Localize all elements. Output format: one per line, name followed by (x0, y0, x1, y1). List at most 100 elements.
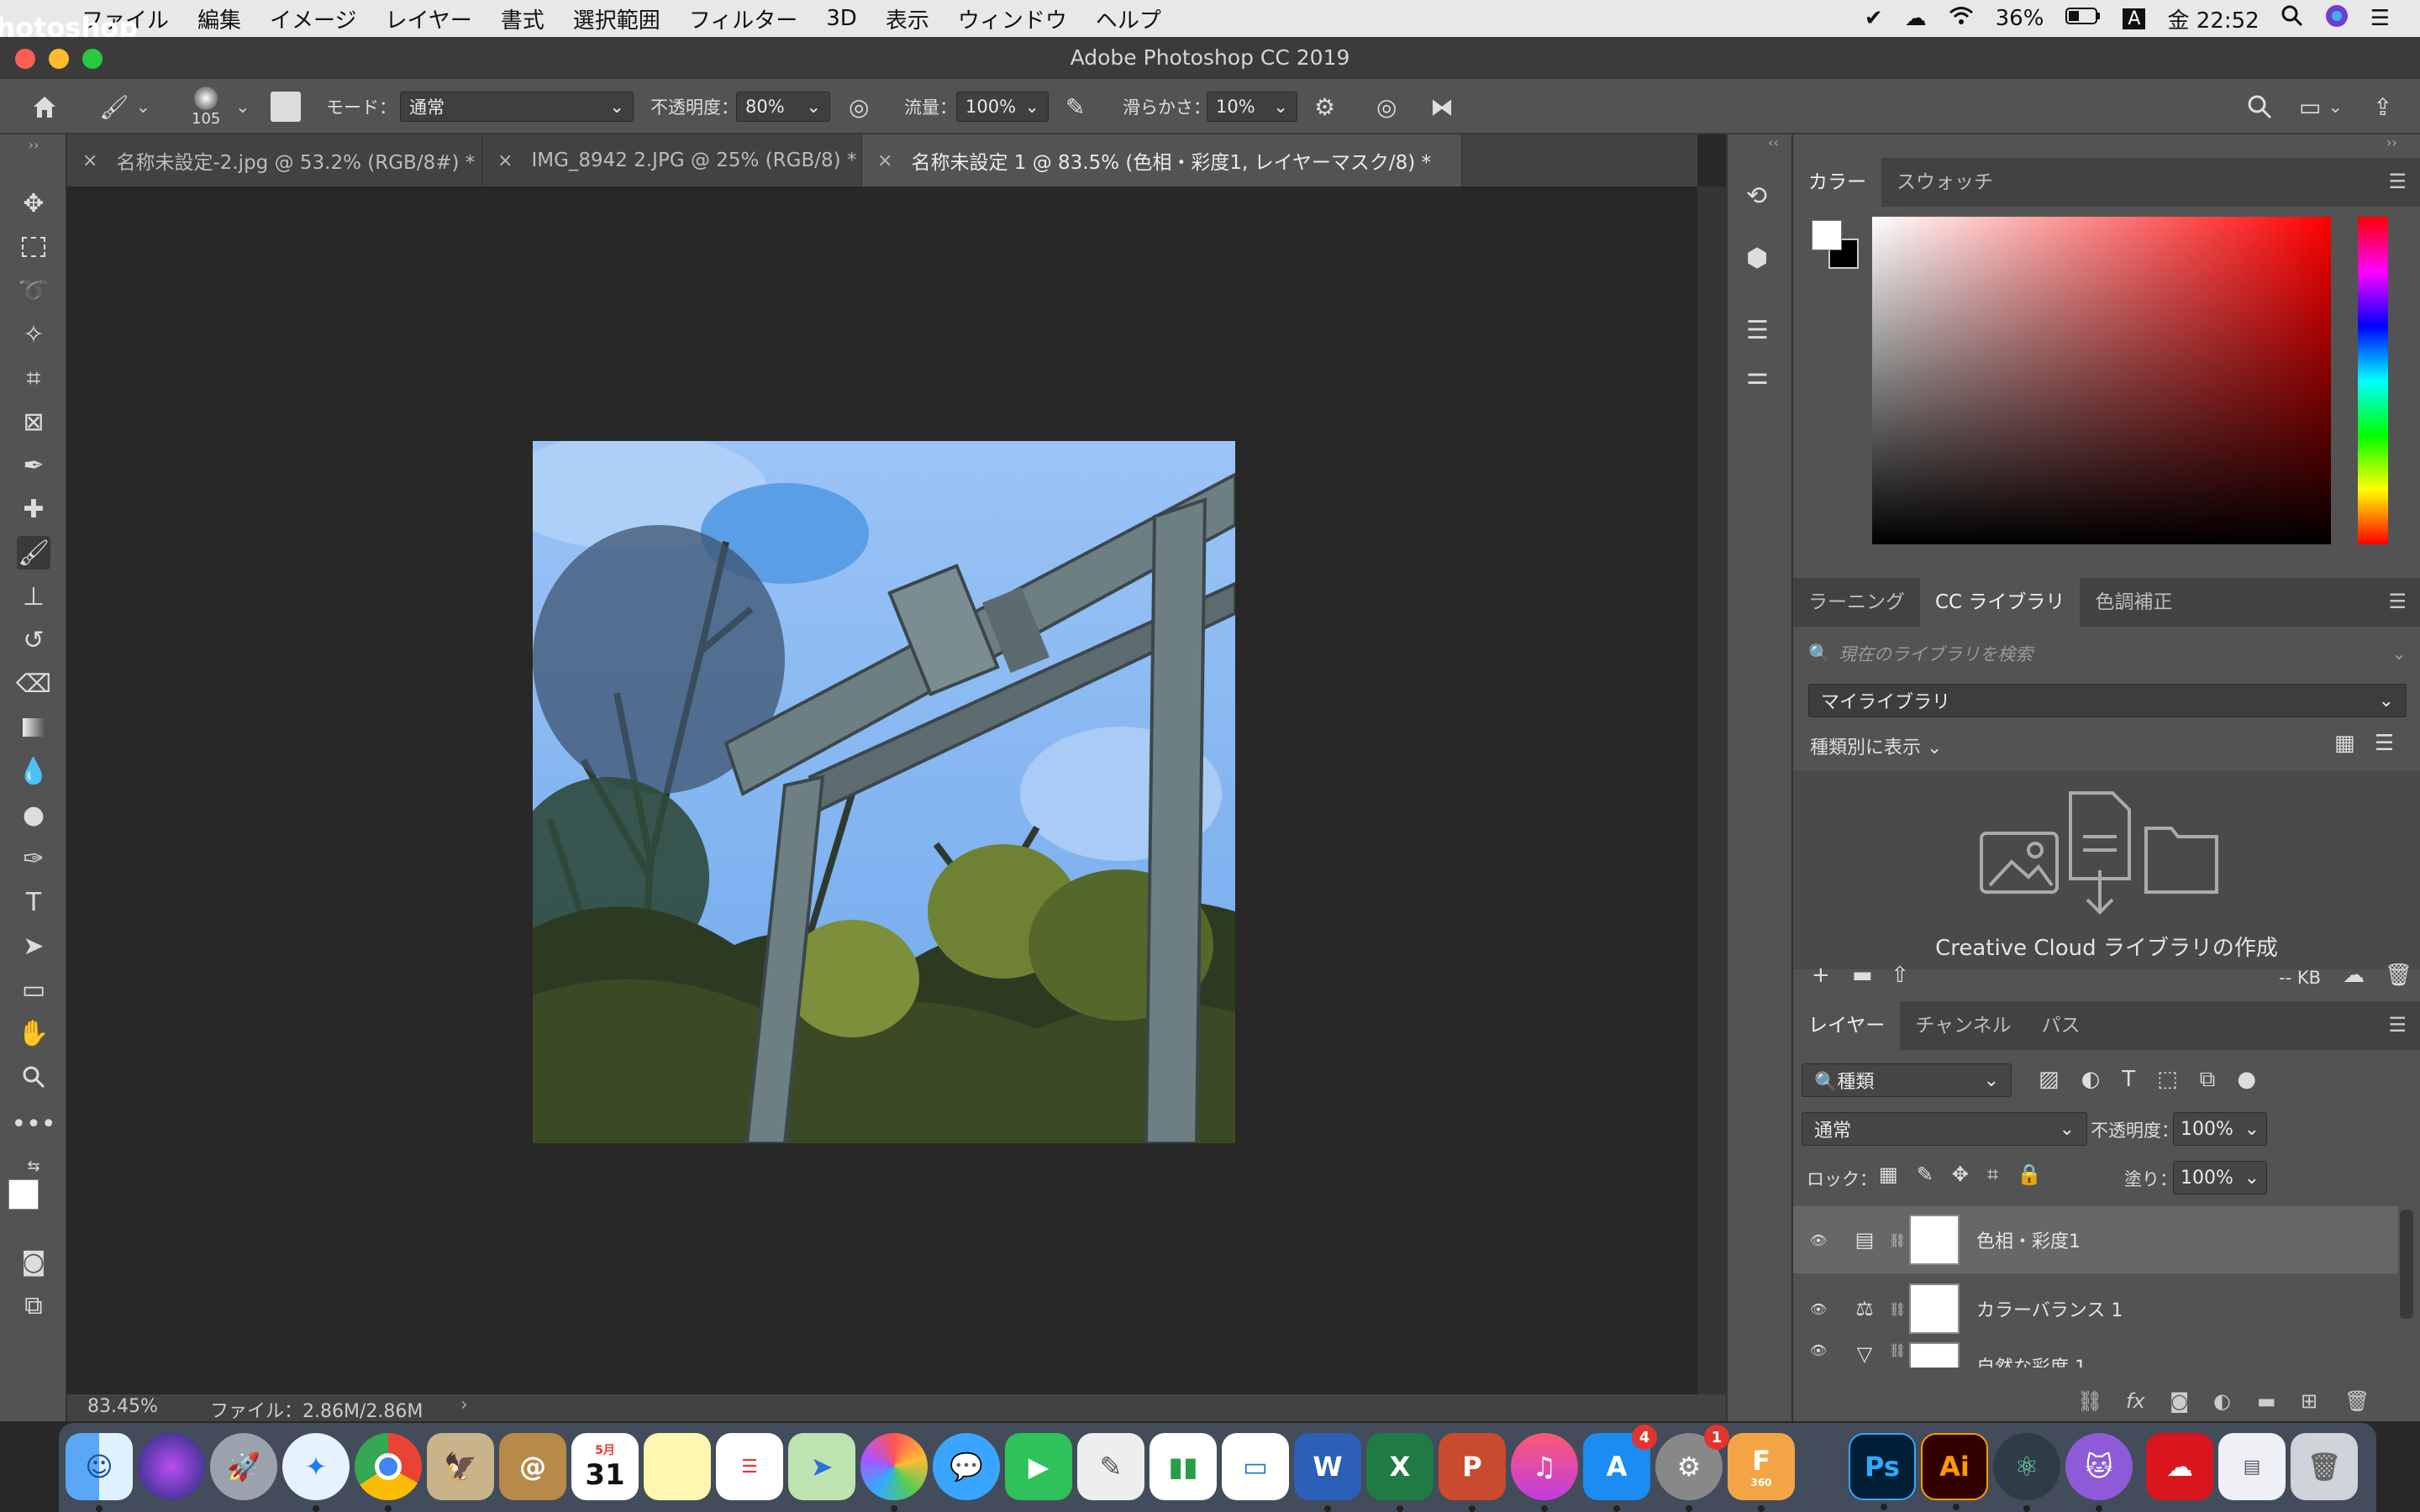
hue-slider[interactable] (2358, 217, 2388, 544)
new-group-folder-icon[interactable]: ▬ (1852, 963, 1873, 988)
maps-icon[interactable]: ➤ (788, 1433, 855, 1500)
opacity-input[interactable]: 80% ⌄ (736, 92, 830, 122)
mask-link-icon[interactable]: ⛓ (1886, 1301, 1909, 1317)
path-selection-tool-icon[interactable]: ➤ (17, 929, 50, 963)
word-icon[interactable]: W (1294, 1433, 1361, 1512)
history-brush-tool-icon[interactable]: ↺ (17, 623, 50, 657)
blend-mode-select[interactable]: 通常 ⌄ (1802, 1112, 2087, 1146)
layer-mask-thumbnail[interactable] (1909, 1215, 1960, 1265)
color-panel-menu-icon[interactable]: ☰ (2388, 170, 2407, 193)
sync-cloud-icon[interactable]: ☁ (2343, 963, 2365, 988)
visibility-eye-icon[interactable]: 👁 (1793, 1301, 1844, 1317)
brush-settings-icon[interactable] (271, 79, 301, 134)
tab-learn[interactable]: ラーニング (1793, 578, 1920, 627)
layer-row[interactable]: 👁 ⚖ ⛓ カラーバランス 1 (1793, 1275, 2398, 1342)
canvas-area[interactable] (67, 186, 1697, 1394)
menu-layer[interactable]: レイヤー (386, 3, 472, 34)
reminders-icon[interactable]: ☰ (716, 1433, 783, 1500)
tab-layers[interactable]: レイヤー (1793, 1001, 1901, 1050)
lock-all-icon[interactable]: 🔒 (2017, 1163, 2042, 1186)
library-select[interactable]: マイライブラリ ⌄ (1808, 684, 2407, 717)
history-panel-icon[interactable]: ⟲ (1746, 181, 1767, 211)
healing-brush-tool-icon[interactable]: ✚ (17, 492, 50, 526)
atom-icon[interactable]: ⚛ (1993, 1433, 2060, 1512)
toolbar-collapse-icon[interactable]: ›› (17, 134, 50, 155)
tab-adjustments[interactable]: 色調補正 (2080, 578, 2187, 627)
launchpad-icon[interactable]: 🚀 (210, 1433, 277, 1500)
safari-icon[interactable]: ✦ (282, 1433, 350, 1512)
tab-swatches[interactable]: スウォッチ (1881, 158, 2008, 207)
github-desktop-icon[interactable]: 🐱 (2065, 1433, 2133, 1512)
add-mask-icon[interactable]: ◙ (2170, 1389, 2189, 1413)
menu-edit[interactable]: 編集 (197, 3, 241, 34)
notification-center-icon[interactable]: ☰ (2370, 6, 2390, 31)
facetime-icon[interactable]: ▶ (1005, 1433, 1072, 1500)
downloads-stack-icon[interactable]: ▤ (2218, 1433, 2286, 1500)
wifi-icon[interactable] (1949, 6, 1974, 32)
airbrush-icon[interactable]: ✎ (1065, 79, 1085, 134)
add-content-icon[interactable]: + (1812, 963, 1830, 988)
new-layer-icon[interactable]: ⊞ (2301, 1389, 2317, 1413)
brush-tool-icon[interactable]: 🖌 (17, 536, 50, 570)
close-tab-icon[interactable]: × (877, 150, 892, 171)
clock[interactable]: 金 22:52 (2167, 3, 2259, 34)
search-icon[interactable] (2247, 79, 2272, 134)
mask-link-icon[interactable]: ⛓ (1886, 1342, 1909, 1358)
layers-scrollbar[interactable] (2400, 1210, 2413, 1319)
menu-filter[interactable]: フィルター (689, 3, 797, 34)
zoom-window-button[interactable] (82, 49, 103, 69)
crop-tool-icon[interactable]: ⌗ (17, 361, 50, 395)
battery-icon[interactable] (2065, 6, 2101, 31)
blur-tool-icon[interactable]: 💧 (17, 754, 50, 788)
layer-opacity-input[interactable]: 100% ⌄ (2173, 1112, 2267, 1146)
menu-3d[interactable]: 3D (826, 6, 857, 31)
close-tab-icon[interactable]: × (497, 150, 513, 171)
finder-icon[interactable]: ☺ (66, 1433, 133, 1512)
layer-row[interactable]: 👁 ▽ ⛓ 自然な彩度 1 (1793, 1342, 2086, 1368)
close-window-button[interactable] (15, 49, 35, 69)
lock-image-pixels-icon[interactable]: ✎ (1917, 1163, 1933, 1186)
fill-input[interactable]: 100% ⌄ (2173, 1161, 2267, 1194)
textedit-icon[interactable]: ✎ (1077, 1433, 1144, 1500)
pressure-opacity-icon[interactable]: ◎ (849, 79, 869, 134)
siri-dock-icon[interactable] (138, 1433, 205, 1500)
menu-window[interactable]: ウィンドウ (958, 3, 1067, 34)
zoom-level[interactable]: 83.45% (87, 1396, 158, 1417)
doc-tab[interactable]: × 名称未設定-2.jpg @ 53.2% (RGB/8#) * (67, 134, 482, 186)
check-status-icon[interactable]: ✔ (1865, 6, 1883, 31)
layer-row-selected[interactable]: 👁 ▤ ⛓ 色相・彩度1 (1793, 1206, 2398, 1273)
contacts-icon[interactable]: @ (499, 1433, 566, 1500)
filter-shape-icon[interactable]: ⬚ (2157, 1067, 2178, 1093)
document-image[interactable] (533, 441, 1235, 1143)
minimize-window-button[interactable] (49, 49, 69, 69)
filter-type-icon[interactable]: T (2122, 1067, 2135, 1093)
system-preferences-icon[interactable]: ⚙ 1 (1655, 1425, 1729, 1512)
zoom-tool-icon[interactable] (17, 1060, 50, 1094)
move-tool-icon[interactable]: ✥ (17, 186, 50, 220)
visibility-eye-icon[interactable]: 👁 (1793, 1342, 1844, 1358)
trash-icon[interactable]: 🗑 (2291, 1433, 2358, 1500)
fusion-360-icon[interactable]: F 360 (1728, 1433, 1795, 1512)
lock-transparent-pixels-icon[interactable]: ▦ (1879, 1163, 1898, 1186)
share-icon[interactable]: ⇪ (2373, 79, 2392, 134)
filter-adjustment-icon[interactable]: ◐ (2081, 1067, 2101, 1093)
canvas-vertical-scrollbar[interactable] (1697, 186, 1726, 1394)
doc-tab[interactable]: × IMG_8942 2.JPG @ 25% (RGB/8) * (482, 134, 862, 186)
eagle-app-icon[interactable]: 🦅 (427, 1433, 494, 1500)
swap-colors-icon[interactable]: ⇆ (17, 1149, 50, 1183)
eraser-tool-icon[interactable]: ⌫ (16, 667, 51, 701)
brush-picker-chevron-icon[interactable]: ⌄ (235, 79, 250, 134)
notes-icon[interactable] (644, 1433, 711, 1500)
filter-pixel-icon[interactable]: ▨ (2039, 1067, 2060, 1093)
delete-icon[interactable]: 🗑 (2385, 963, 2412, 988)
mode-select[interactable]: 通常 ⌄ (400, 92, 634, 122)
smoothing-settings-gear-icon[interactable]: ⚙ (1314, 79, 1335, 134)
foreground-color-swatch[interactable] (8, 1179, 39, 1210)
dodge-tool-icon[interactable]: ● (17, 798, 50, 832)
grid-view-icon[interactable]: ▦ (2334, 731, 2355, 756)
creative-cloud-dock-icon[interactable]: ☁ (2146, 1433, 2213, 1500)
layer-filter-select[interactable]: 🔍種類 ⌄ (1802, 1063, 2012, 1097)
edit-toolbar-more-icon[interactable]: ••• (11, 1107, 55, 1141)
dock-collapse-icon[interactable]: ›› (2386, 134, 2397, 150)
pressure-size-icon[interactable]: ◎ (1376, 79, 1397, 134)
